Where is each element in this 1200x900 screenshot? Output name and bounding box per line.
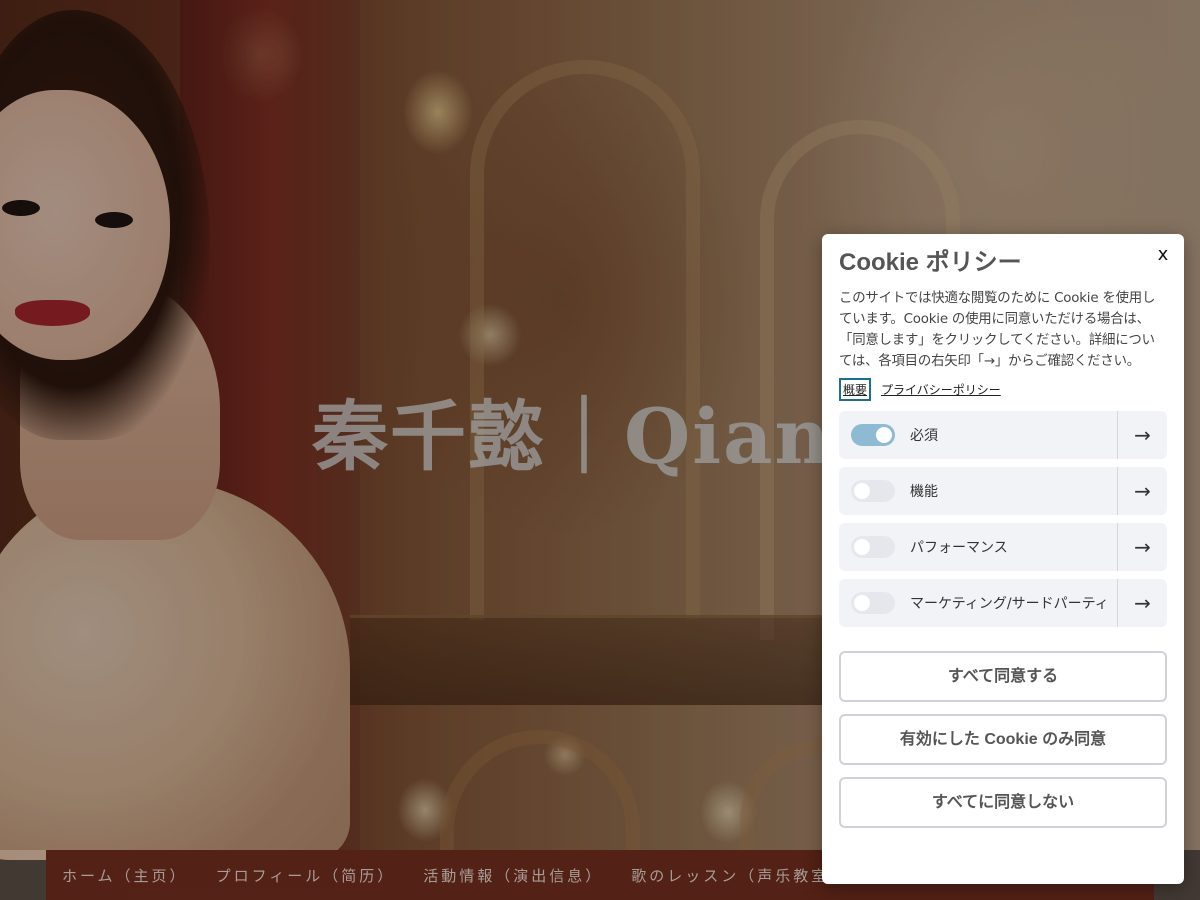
overview-link[interactable]: 概要 bbox=[839, 378, 872, 401]
dialog-description: このサイトでは快適な閲覧のために Cookie を使用しています。Cookie … bbox=[839, 291, 1156, 369]
functional-toggle[interactable] bbox=[851, 480, 895, 502]
category-row-required: 必須 → bbox=[839, 411, 1167, 459]
arrow-right-icon[interactable]: → bbox=[1117, 411, 1167, 459]
arrow-right-icon[interactable]: → bbox=[1117, 579, 1167, 627]
marketing-toggle[interactable] bbox=[851, 592, 895, 614]
accept-all-button[interactable]: すべて同意する bbox=[839, 651, 1167, 702]
category-row-marketing: マーケティング/サードパーティ → bbox=[839, 579, 1167, 627]
category-label: マーケティング/サードパーティ bbox=[910, 596, 1109, 612]
privacy-policy-link[interactable]: プライバシーポリシー bbox=[881, 381, 1001, 398]
accept-selected-button[interactable]: 有効にした Cookie のみ同意 bbox=[839, 714, 1167, 765]
toggle-knob bbox=[854, 595, 870, 611]
toggle-knob bbox=[876, 427, 892, 443]
category-row-performance: パフォーマンス → bbox=[839, 523, 1167, 571]
required-toggle[interactable] bbox=[851, 424, 895, 446]
toggle-knob bbox=[854, 539, 870, 555]
category-row-functional: 機能 → bbox=[839, 467, 1167, 515]
dialog-links: 概要 プライバシーポリシー bbox=[839, 378, 1167, 401]
reject-all-button[interactable]: すべてに同意しない bbox=[839, 777, 1167, 828]
dialog-title: Cookie ポリシー bbox=[839, 249, 1022, 276]
cookie-consent-dialog: x Cookie ポリシー このサイトでは快適な閲覧のために Cookie を使… bbox=[822, 234, 1184, 884]
toggle-knob bbox=[854, 483, 870, 499]
performance-toggle[interactable] bbox=[851, 536, 895, 558]
close-button[interactable]: x bbox=[1152, 244, 1174, 266]
page: 秦千懿｜Qian ホーム（主页） プロフィール（简历） 活動情報（演出信息） 歌… bbox=[0, 0, 1200, 900]
category-label: パフォーマンス bbox=[910, 540, 1008, 556]
category-label: 機能 bbox=[910, 484, 938, 500]
arrow-right-icon[interactable]: → bbox=[1117, 467, 1167, 515]
category-label: 必須 bbox=[910, 428, 938, 444]
arrow-right-icon[interactable]: → bbox=[1117, 523, 1167, 571]
